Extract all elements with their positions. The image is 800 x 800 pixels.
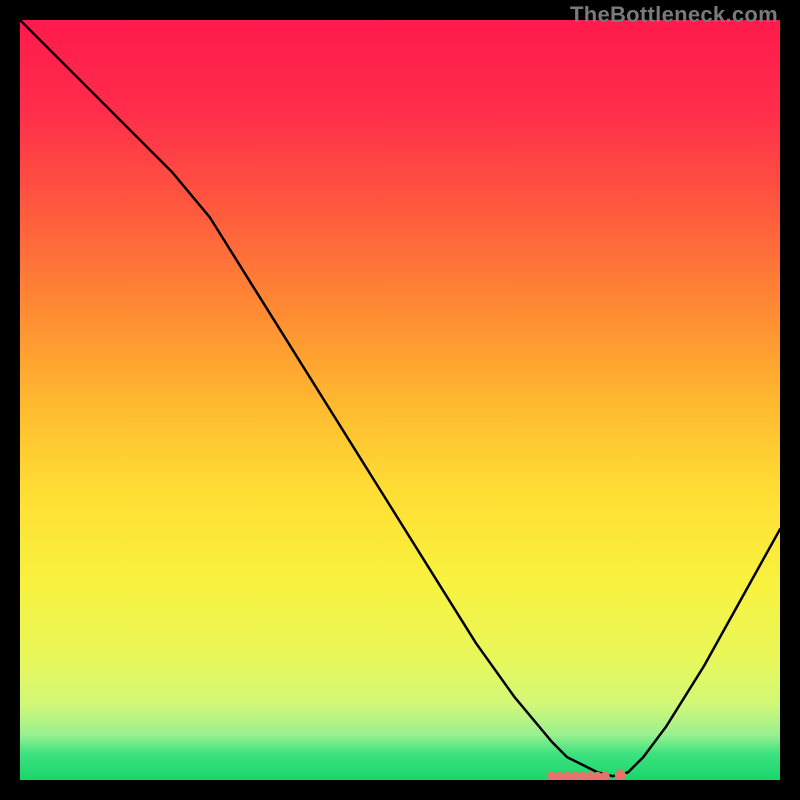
gradient-background: [20, 20, 780, 780]
chart-area: [20, 20, 780, 780]
watermark-text: TheBottleneck.com: [570, 2, 778, 28]
